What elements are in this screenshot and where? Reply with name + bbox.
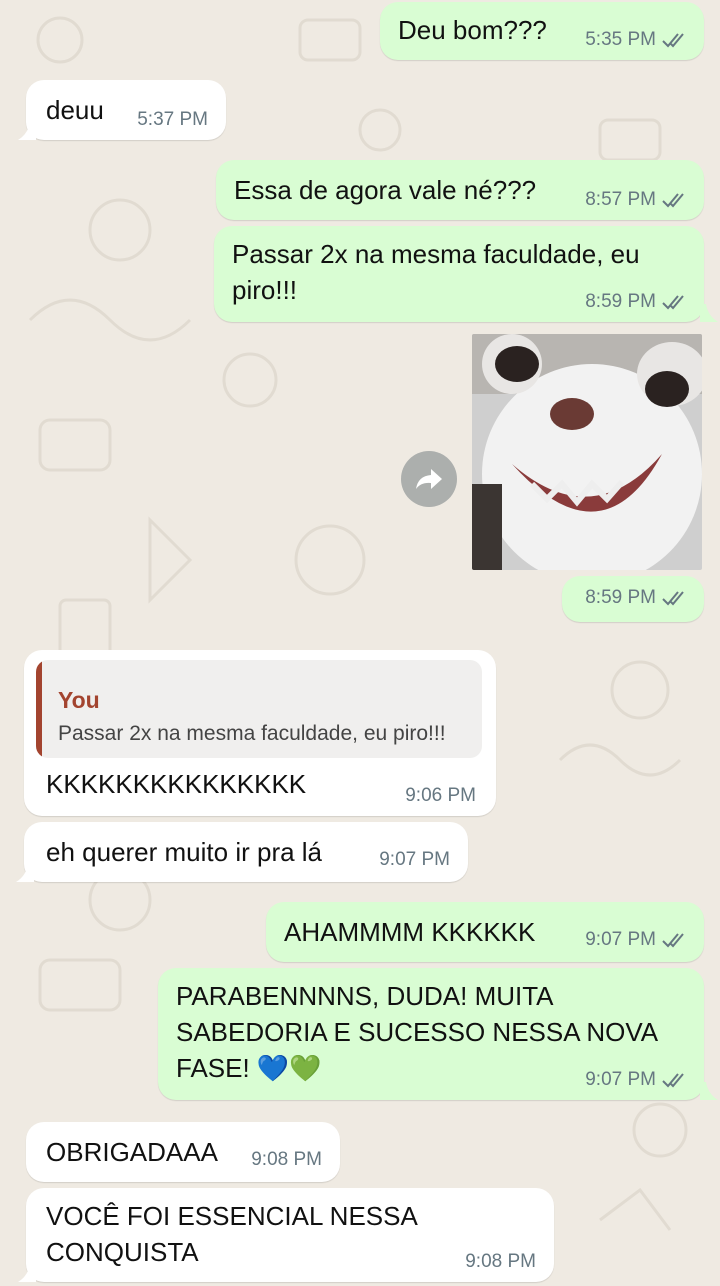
message-meta: 9:06 PM — [405, 786, 476, 806]
message-time: 8:59 PM — [585, 587, 656, 608]
message-time: 9:07 PM — [585, 1069, 656, 1090]
message-time: 8:57 PM — [585, 189, 656, 210]
message-meta: 9:07 PM — [585, 1070, 688, 1090]
message-text: KKKKKKKKKKKKKKK — [46, 769, 307, 799]
message-meta: 9:07 PM — [585, 930, 688, 950]
message-bubble-outgoing[interactable]: Passar 2x na mesma faculdade, eu piro!!!… — [214, 226, 704, 322]
sticker-image[interactable] — [472, 334, 702, 570]
message-text: AHAMMMM KKKKKK — [284, 917, 536, 947]
message-time: 9:08 PM — [465, 1251, 536, 1272]
message-time: 5:35 PM — [585, 29, 656, 50]
message-text: eh querer muito ir pra lá — [46, 837, 323, 867]
read-ticks-icon — [662, 933, 684, 948]
forward-arrow-icon — [416, 469, 442, 489]
message-time: 9:08 PM — [251, 1149, 322, 1170]
message-text: Deu bom??? — [398, 15, 547, 45]
message-text: OBRIGADAAA — [46, 1137, 218, 1167]
message-bubble-incoming[interactable]: eh querer muito ir pra lá 9:07 PM — [24, 822, 468, 882]
message-meta: 5:35 PM — [585, 30, 688, 50]
quoted-message[interactable]: You Passar 2x na mesma faculdade, eu pir… — [36, 660, 482, 758]
read-ticks-icon — [662, 33, 684, 48]
bubble-tail — [700, 1082, 718, 1100]
message-time: 9:06 PM — [405, 785, 476, 806]
message-text: VOCÊ FOI ESSENCIAL NESSA CONQUISTA — [46, 1201, 418, 1267]
quote-text: Passar 2x na mesma faculdade, eu piro!!! — [58, 722, 446, 745]
forward-button[interactable] — [401, 451, 457, 507]
message-meta: 8:59 PM — [585, 588, 688, 608]
message-text: Essa de agora vale né??? — [234, 175, 537, 205]
message-bubble-outgoing[interactable]: AHAMMMM KKKKKK 9:07 PM — [266, 902, 704, 962]
message-bubble-incoming[interactable]: OBRIGADAAA 9:08 PM — [26, 1122, 340, 1182]
message-bubble-outgoing[interactable]: 8:59 PM — [562, 576, 704, 622]
read-ticks-icon — [662, 193, 684, 208]
message-meta: 9:08 PM — [251, 1150, 322, 1170]
read-ticks-icon — [662, 591, 684, 606]
bubble-tail — [700, 304, 718, 322]
read-ticks-icon — [662, 295, 684, 310]
quote-author: You — [58, 687, 100, 713]
message-bubble-incoming[interactable]: deuu 5:37 PM — [26, 80, 226, 140]
message-time: 9:07 PM — [585, 929, 656, 950]
message-meta: 9:08 PM — [465, 1252, 536, 1272]
message-bubble-incoming[interactable]: VOCÊ FOI ESSENCIAL NESSA CONQUISTA 9:08 … — [26, 1188, 554, 1282]
message-bubble-outgoing[interactable]: Essa de agora vale né??? 8:57 PM — [216, 160, 704, 220]
message-bubble-outgoing[interactable]: Deu bom??? 5:35 PM — [380, 2, 704, 60]
message-bubble-outgoing[interactable]: PARABENNNNS, DUDA! MUITA SABEDORIA E SUC… — [158, 968, 704, 1100]
bubble-tail — [18, 1264, 36, 1282]
read-ticks-icon — [662, 1073, 684, 1088]
message-text: Passar 2x na mesma faculdade, eu piro!!! — [232, 239, 640, 305]
message-time: 5:37 PM — [137, 109, 208, 130]
bubble-tail — [18, 122, 36, 140]
message-meta: 8:57 PM — [585, 190, 688, 210]
message-time: 9:07 PM — [379, 849, 450, 870]
bubble-tail — [16, 864, 34, 882]
message-meta: 8:59 PM — [585, 292, 688, 312]
message-meta: 5:37 PM — [137, 110, 208, 130]
message-bubble-incoming-reply[interactable]: You Passar 2x na mesma faculdade, eu pir… — [24, 650, 496, 816]
message-text: deuu — [46, 95, 104, 125]
message-time: 8:59 PM — [585, 291, 656, 312]
quote-accent-bar — [36, 660, 42, 758]
message-meta: 9:07 PM — [379, 850, 450, 870]
